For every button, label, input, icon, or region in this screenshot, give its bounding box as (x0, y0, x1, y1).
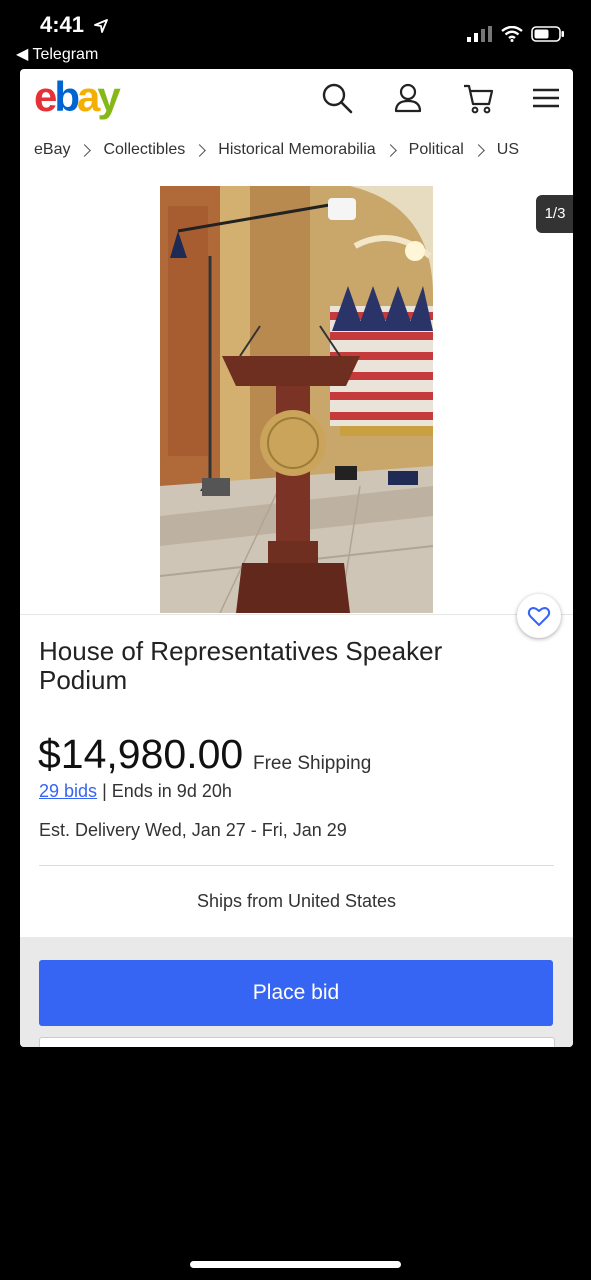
item-title: House of Representatives Speaker Podium (39, 636, 443, 695)
estimated-delivery: Est. Delivery Wed, Jan 27 - Fri, Jan 29 (39, 820, 347, 840)
chevron-right-icon (78, 143, 92, 157)
back-arrow-icon: ◀ (16, 46, 29, 63)
time-left: Ends in 9d 20h (111, 781, 232, 801)
product-image[interactable] (160, 186, 433, 613)
ships-from: Ships from United States (196, 891, 397, 911)
divider (20, 614, 573, 615)
secondary-action-button[interactable] (39, 1037, 555, 1047)
search-icon[interactable] (320, 81, 354, 115)
battery-icon (531, 26, 564, 42)
status-indicators (467, 26, 565, 42)
bids-separator: | (102, 781, 107, 801)
logo-letter-a: a (77, 73, 100, 120)
menu-icon[interactable] (529, 81, 563, 115)
wifi-icon (501, 26, 523, 42)
item-price: $14,980.00 (38, 731, 244, 777)
bids-line: 29 bids | Ends in 9d 20h (39, 781, 232, 802)
place-bid-button[interactable]: Place bid (39, 960, 553, 1026)
bids-link[interactable]: 29 bids (39, 781, 97, 801)
watch-button[interactable] (517, 594, 561, 638)
chevron-right-icon (471, 143, 485, 157)
ebay-page: ebay eBay Collectibles Historical Memora… (20, 69, 573, 1047)
back-to-telegram[interactable]: ◀ Telegram (16, 44, 98, 64)
breadcrumb-us[interactable]: US (497, 141, 519, 159)
breadcrumb-historical-memorabilia[interactable]: Historical Memorabilia (218, 141, 375, 159)
back-label: Telegram (32, 46, 99, 63)
home-indicator[interactable] (190, 1261, 401, 1268)
chevron-right-icon (383, 143, 397, 157)
heart-icon (527, 607, 551, 626)
logo-letter-b: b (54, 73, 80, 120)
image-counter: 1/3 (536, 195, 573, 233)
breadcrumb: eBay Collectibles Historical Memorabilia… (34, 141, 519, 159)
logo-letter-e: e (34, 73, 57, 120)
shipping-info: Free Shipping (253, 753, 372, 774)
cart-icon[interactable] (462, 81, 496, 115)
chevron-right-icon (193, 143, 207, 157)
breadcrumb-political[interactable]: Political (409, 141, 464, 159)
divider (39, 865, 554, 866)
signal-icon (467, 26, 492, 42)
breadcrumb-collectibles[interactable]: Collectibles (103, 141, 185, 159)
time-text: 4:41 (40, 12, 85, 37)
status-time: 4:41 (40, 12, 109, 38)
account-icon[interactable] (391, 81, 425, 115)
ebay-logo[interactable]: ebay (34, 73, 121, 121)
breadcrumb-ebay[interactable]: eBay (34, 141, 70, 159)
logo-letter-y: y (97, 73, 120, 120)
location-arrow-icon (94, 19, 109, 34)
